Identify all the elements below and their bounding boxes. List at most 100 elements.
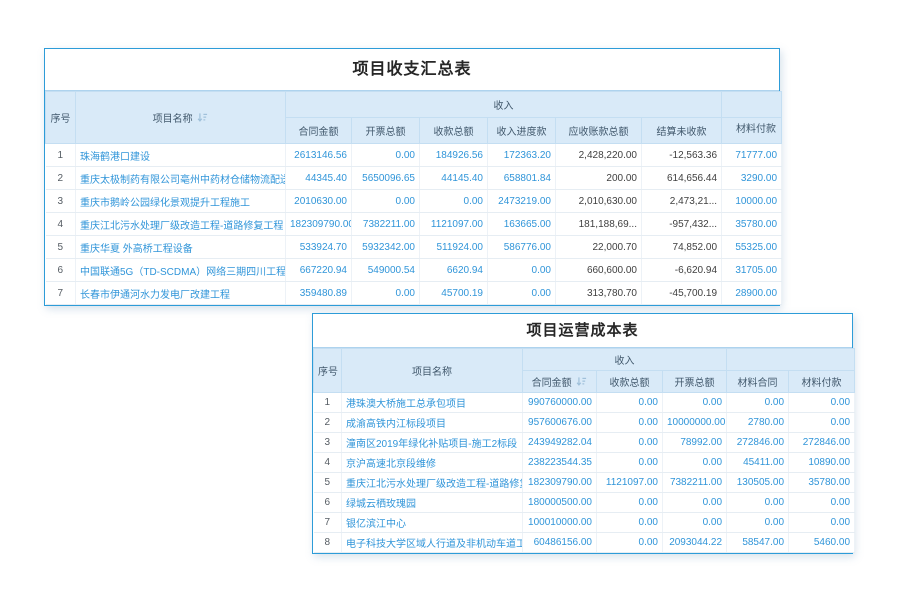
col-header-income-progress: 收入进度款 [488,118,556,144]
contract-amount-cell: 667220.94 [286,259,352,282]
income-progress-cell: 163665.00 [488,213,556,236]
received-total-cell: 0.00 [597,393,663,413]
received-total-cell: 0.00 [597,413,663,433]
col-header-unsettled: 结算未收款 [642,118,722,144]
table-row[interactable]: 4京沪高速北京段维修238223544.350.000.0045411.0010… [314,453,855,473]
received-total-cell: 0.00 [597,453,663,473]
project-name-link[interactable]: 重庆市鹅岭公园绿化景观提升工程施工 [76,190,286,213]
material-contract-cell: 0.00 [727,493,789,513]
sort-icon[interactable] [197,112,208,123]
unsettled-amount-cell: 614,656.44 [642,167,722,190]
col-header-received-total: 收款总额 [597,371,663,393]
contract-amount-cell: 182309790.00 [286,213,352,236]
row-index: 5 [314,473,342,493]
col-header-material-payment: 材料付款 [789,371,855,393]
row-index: 7 [46,282,76,305]
table-row[interactable]: 2重庆太极制药有限公司亳州中药材仓储物流配送44345.405650096.65… [46,167,782,190]
col-header-contract-amount[interactable]: 合同金额 [523,371,597,393]
invoice-total-cell: 549000.54 [352,259,420,282]
table-row[interactable]: 1港珠澳大桥施工总承包项目990760000.000.000.000.000.0… [314,393,855,413]
table-row[interactable]: 1珠海鹤港口建设2613146.560.00184926.56172363.20… [46,144,782,167]
contract-amount-cell: 100010000.00 [523,513,597,533]
project-name-link[interactable]: 重庆太极制药有限公司亳州中药材仓储物流配送 [76,167,286,190]
income-progress-cell: 0.00 [488,259,556,282]
contract-amount-cell: 359480.89 [286,282,352,305]
income-progress-cell: 0.00 [488,282,556,305]
col-header-received-total: 收款总额 [420,118,488,144]
contract-amount-cell: 243949282.04 [523,433,597,453]
cost-table-title: 项目运营成本表 [313,314,852,348]
table-row[interactable]: 6中国联通5G（TD-SCDMA）网络三期四川工程667220.94549000… [46,259,782,282]
material-payment-cell: 35780.00 [722,213,782,236]
row-index: 6 [46,259,76,282]
receivable-total-cell: 2,428,220.00 [556,144,642,167]
material-contract-cell: 45411.00 [727,453,789,473]
project-name-link[interactable]: 重庆江北污水处理厂级改造工程-道路修复工程 [76,213,286,236]
project-name-link[interactable]: 成渝高铁内江标段项目 [342,413,523,433]
project-name-link[interactable]: 电子科技大学区域人行道及非机动车道工程 [342,533,523,553]
invoice-total-cell: 0.00 [352,282,420,305]
unsettled-amount-cell: -12,563.36 [642,144,722,167]
table-row[interactable]: 7银亿滨江中心100010000.000.000.000.000.00 [314,513,855,533]
project-name-link[interactable]: 京沪高速北京段维修 [342,453,523,473]
col-header-receivable-total: 应收账款总额 [556,118,642,144]
project-name-link[interactable]: 银亿滨江中心 [342,513,523,533]
row-index: 4 [314,453,342,473]
receivable-total-cell: 181,188,69... [556,213,642,236]
invoice-total-cell: 2093044.22 [663,533,727,553]
contract-amount-cell: 2613146.56 [286,144,352,167]
summary-table: 序号 项目名称 收入 合同金额 开票总额 收款总额 收入进度款 [45,91,782,305]
material-payment-cell: 28900.00 [722,282,782,305]
material-payment-cell: 10890.00 [789,453,855,473]
header-group-row: 序号 项目名称 收入 [314,349,855,371]
project-name-link[interactable]: 绿城云栖玫瑰园 [342,493,523,513]
material-payment-cell: 0.00 [789,493,855,513]
invoice-total-cell: 7382211.00 [352,213,420,236]
table-row[interactable]: 2成渝高铁内江标段项目957600676.000.0010000000.0027… [314,413,855,433]
received-total-cell: 0.00 [597,433,663,453]
received-total-cell: 0.00 [420,190,488,213]
sort-icon[interactable] [576,376,587,387]
col-header-project-name-label: 项目名称 [153,114,193,125]
col-header-contract-amount: 合同金额 [286,118,352,144]
received-total-cell: 6620.94 [420,259,488,282]
contract-amount-cell: 238223544.35 [523,453,597,473]
table-row[interactable]: 8电子科技大学区域人行道及非机动车道工程60486156.000.0020930… [314,533,855,553]
table-row[interactable]: 5重庆华夏 外高桥工程设备533924.705932342.00511924.0… [46,236,782,259]
received-total-cell: 0.00 [597,493,663,513]
table-row[interactable]: 3重庆市鹅岭公园绿化景观提升工程施工2010630.000.000.002473… [46,190,782,213]
operating-cost-panel: 项目运营成本表 序号 项目名称 收入 合同金额 [312,313,853,554]
unsettled-amount-cell: -45,700.19 [642,282,722,305]
invoice-total-cell: 7382211.00 [663,473,727,493]
table-row[interactable]: 7长春市伊通河水力发电厂改建工程359480.890.0045700.190.0… [46,282,782,305]
material-contract-cell: 2780.00 [727,413,789,433]
project-name-link[interactable]: 长春市伊通河水力发电厂改建工程 [76,282,286,305]
project-name-link[interactable]: 珠海鹤港口建设 [76,144,286,167]
table-row[interactable]: 5重庆江北污水处理厂级改造工程-道路修复工程182309790.00112109… [314,473,855,493]
invoice-total-cell: 0.00 [663,513,727,533]
invoice-total-cell: 5650096.65 [352,167,420,190]
project-name-link[interactable]: 港珠澳大桥施工总承包项目 [342,393,523,413]
income-progress-cell: 2473219.00 [488,190,556,213]
receivable-total-cell: 2,010,630.00 [556,190,642,213]
table-row[interactable]: 6绿城云栖玫瑰园180000500.000.000.000.000.00 [314,493,855,513]
row-index: 7 [314,513,342,533]
row-index: 5 [46,236,76,259]
col-header-material-payment-label: 材料付款 [736,124,767,137]
income-group-header: 收入 [286,92,722,118]
project-name-link[interactable]: 中国联通5G（TD-SCDMA）网络三期四川工程 [76,259,286,282]
table-row[interactable]: 3潼南区2019年绿化补贴项目-施工2标段243949282.040.00789… [314,433,855,453]
received-total-cell: 184926.56 [420,144,488,167]
project-name-link[interactable]: 潼南区2019年绿化补贴项目-施工2标段 [342,433,523,453]
unsettled-amount-cell: 2,473,21... [642,190,722,213]
table-row[interactable]: 4重庆江北污水处理厂级改造工程-道路修复工程182309790.00738221… [46,213,782,236]
col-header-invoice-total: 开票总额 [663,371,727,393]
col-header-material-payment: 材料付款 [722,118,782,144]
contract-amount-cell: 957600676.00 [523,413,597,433]
project-name-link[interactable]: 重庆华夏 外高桥工程设备 [76,236,286,259]
material-contract-cell: 58547.00 [727,533,789,553]
col-header-invoice-total: 开票总额 [352,118,420,144]
project-name-link[interactable]: 重庆江北污水处理厂级改造工程-道路修复工程 [342,473,523,493]
col-header-project-name[interactable]: 项目名称 [76,92,286,144]
income-progress-cell: 172363.20 [488,144,556,167]
